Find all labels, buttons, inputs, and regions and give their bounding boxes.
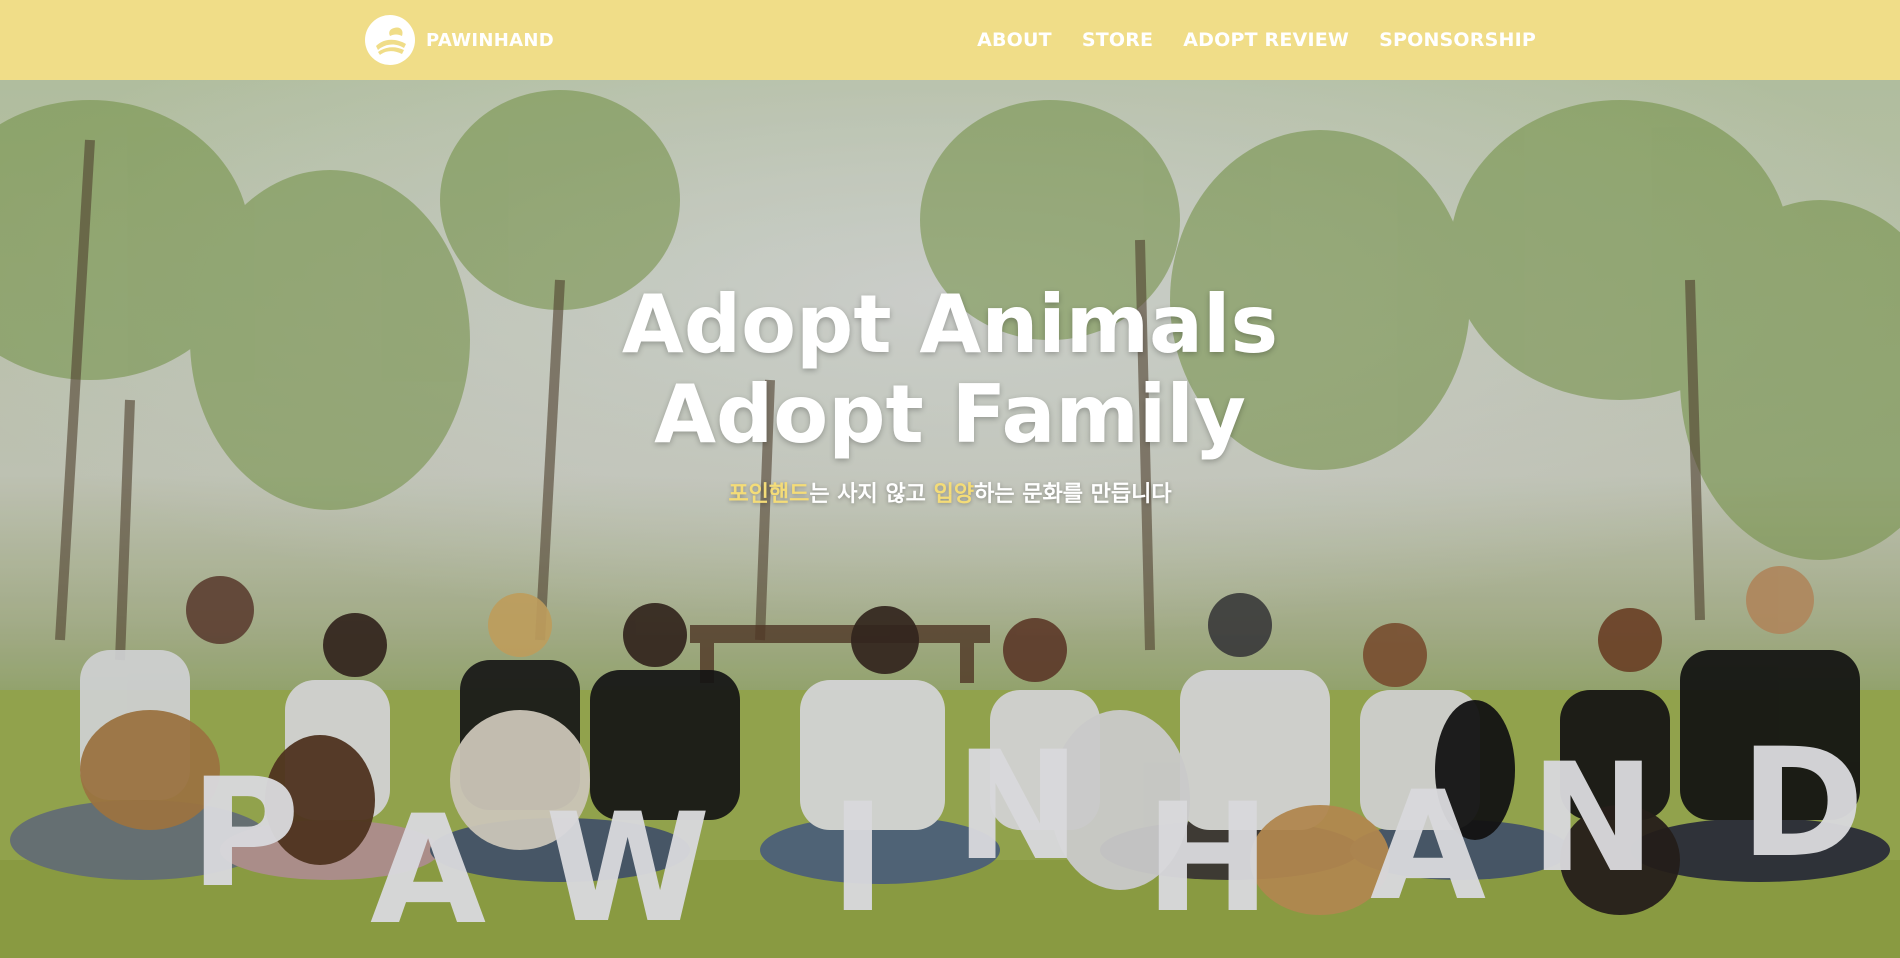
hero-subtitle-text-1: 는 사지 않고: [809, 482, 934, 507]
nav-sponsorship[interactable]: SPONSORSHIP: [1379, 29, 1536, 51]
hero-title-line-2: Adopt Family: [654, 368, 1246, 461]
hero-subtitle-text-2: 하는 문화를 만듭니다: [974, 482, 1172, 507]
header-inner: PAWINHAND ABOUT STORE ADOPT REVIEW SPONS…: [364, 0, 1536, 80]
nav-about[interactable]: ABOUT: [977, 29, 1052, 51]
hero-title: Adopt Animals Adopt Family: [0, 280, 1900, 460]
hero-overlay: [0, 80, 1900, 958]
home-logo-link[interactable]: PAWINHAND: [364, 14, 554, 66]
hero-subtitle: 포인핸드는 사지 않고 입양하는 문화를 만듭니다: [0, 480, 1900, 510]
hero-subtitle-brand: 포인핸드: [728, 482, 810, 507]
hero-section: P A W I N H A N D Adopt Animals Adopt Fa…: [0, 80, 1900, 958]
hero-subtitle-adopt: 입양: [933, 482, 975, 507]
nav-store[interactable]: STORE: [1082, 29, 1153, 51]
site-header: PAWINHAND ABOUT STORE ADOPT REVIEW SPONS…: [0, 0, 1900, 80]
nav-adopt-review[interactable]: ADOPT REVIEW: [1183, 29, 1349, 51]
main-nav: ABOUT STORE ADOPT REVIEW SPONSORSHIP: [977, 29, 1536, 51]
brand-name: PAWINHAND: [426, 29, 554, 51]
paw-in-hand-logo-icon: [365, 15, 415, 65]
hero-title-line-1: Adopt Animals: [621, 278, 1279, 371]
